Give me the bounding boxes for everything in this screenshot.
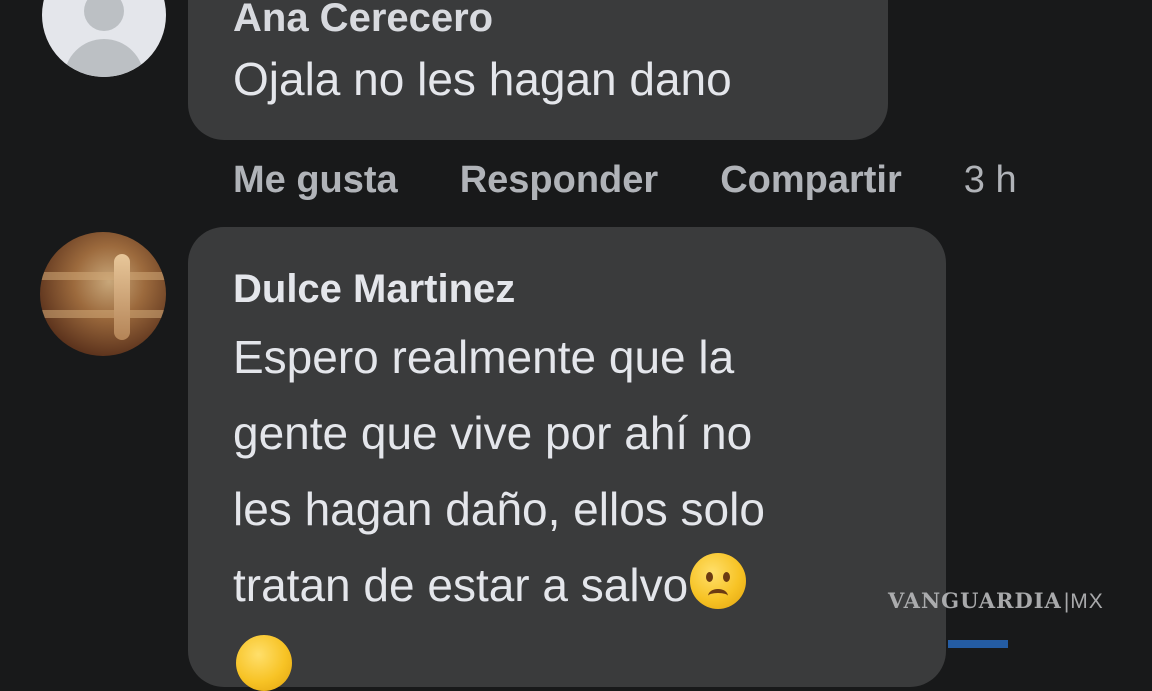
comment-text: Espero realmente que la gente que vive p… (233, 331, 765, 611)
avatar-ana-cerecero[interactable] (42, 0, 166, 77)
comment-actions: Me gusta Responder Compartir 3 h (233, 154, 1017, 206)
watermark-brand: VANGUARDIA (888, 588, 1062, 613)
frowning-face-icon (690, 553, 747, 609)
reply-button[interactable]: Responder (460, 159, 658, 202)
comment-author[interactable]: Dulce Martinez (233, 267, 515, 311)
default-avatar-head-icon (84, 0, 124, 31)
avatar-photo-detail (40, 272, 166, 280)
avatar-photo-figure (114, 254, 130, 340)
default-avatar-body-icon (64, 39, 144, 77)
like-button[interactable]: Me gusta (233, 159, 398, 202)
watermark-suffix: |MX (1063, 590, 1104, 613)
comment-bubble: Dulce Martinez Espero realmente que la g… (188, 227, 946, 691)
comment-text: Ojala no les hagan dano (233, 53, 732, 105)
watermark-logo: VANGUARDIA|MX (888, 588, 1104, 614)
comment-author[interactable]: Ana Cerecero (233, 0, 493, 40)
avatar-photo-detail (40, 310, 166, 318)
avatar-dulce-martinez[interactable] (40, 232, 166, 356)
partial-element-edge (948, 640, 1008, 648)
comment-text-container: Espero realmente que la gente que vive p… (233, 319, 923, 623)
comment-timestamp[interactable]: 3 h (964, 159, 1017, 202)
emoji-icon (236, 635, 292, 691)
share-button[interactable]: Compartir (720, 159, 902, 202)
comment-bubble: Ana Cerecero Ojala no les hagan dano (188, 0, 888, 140)
